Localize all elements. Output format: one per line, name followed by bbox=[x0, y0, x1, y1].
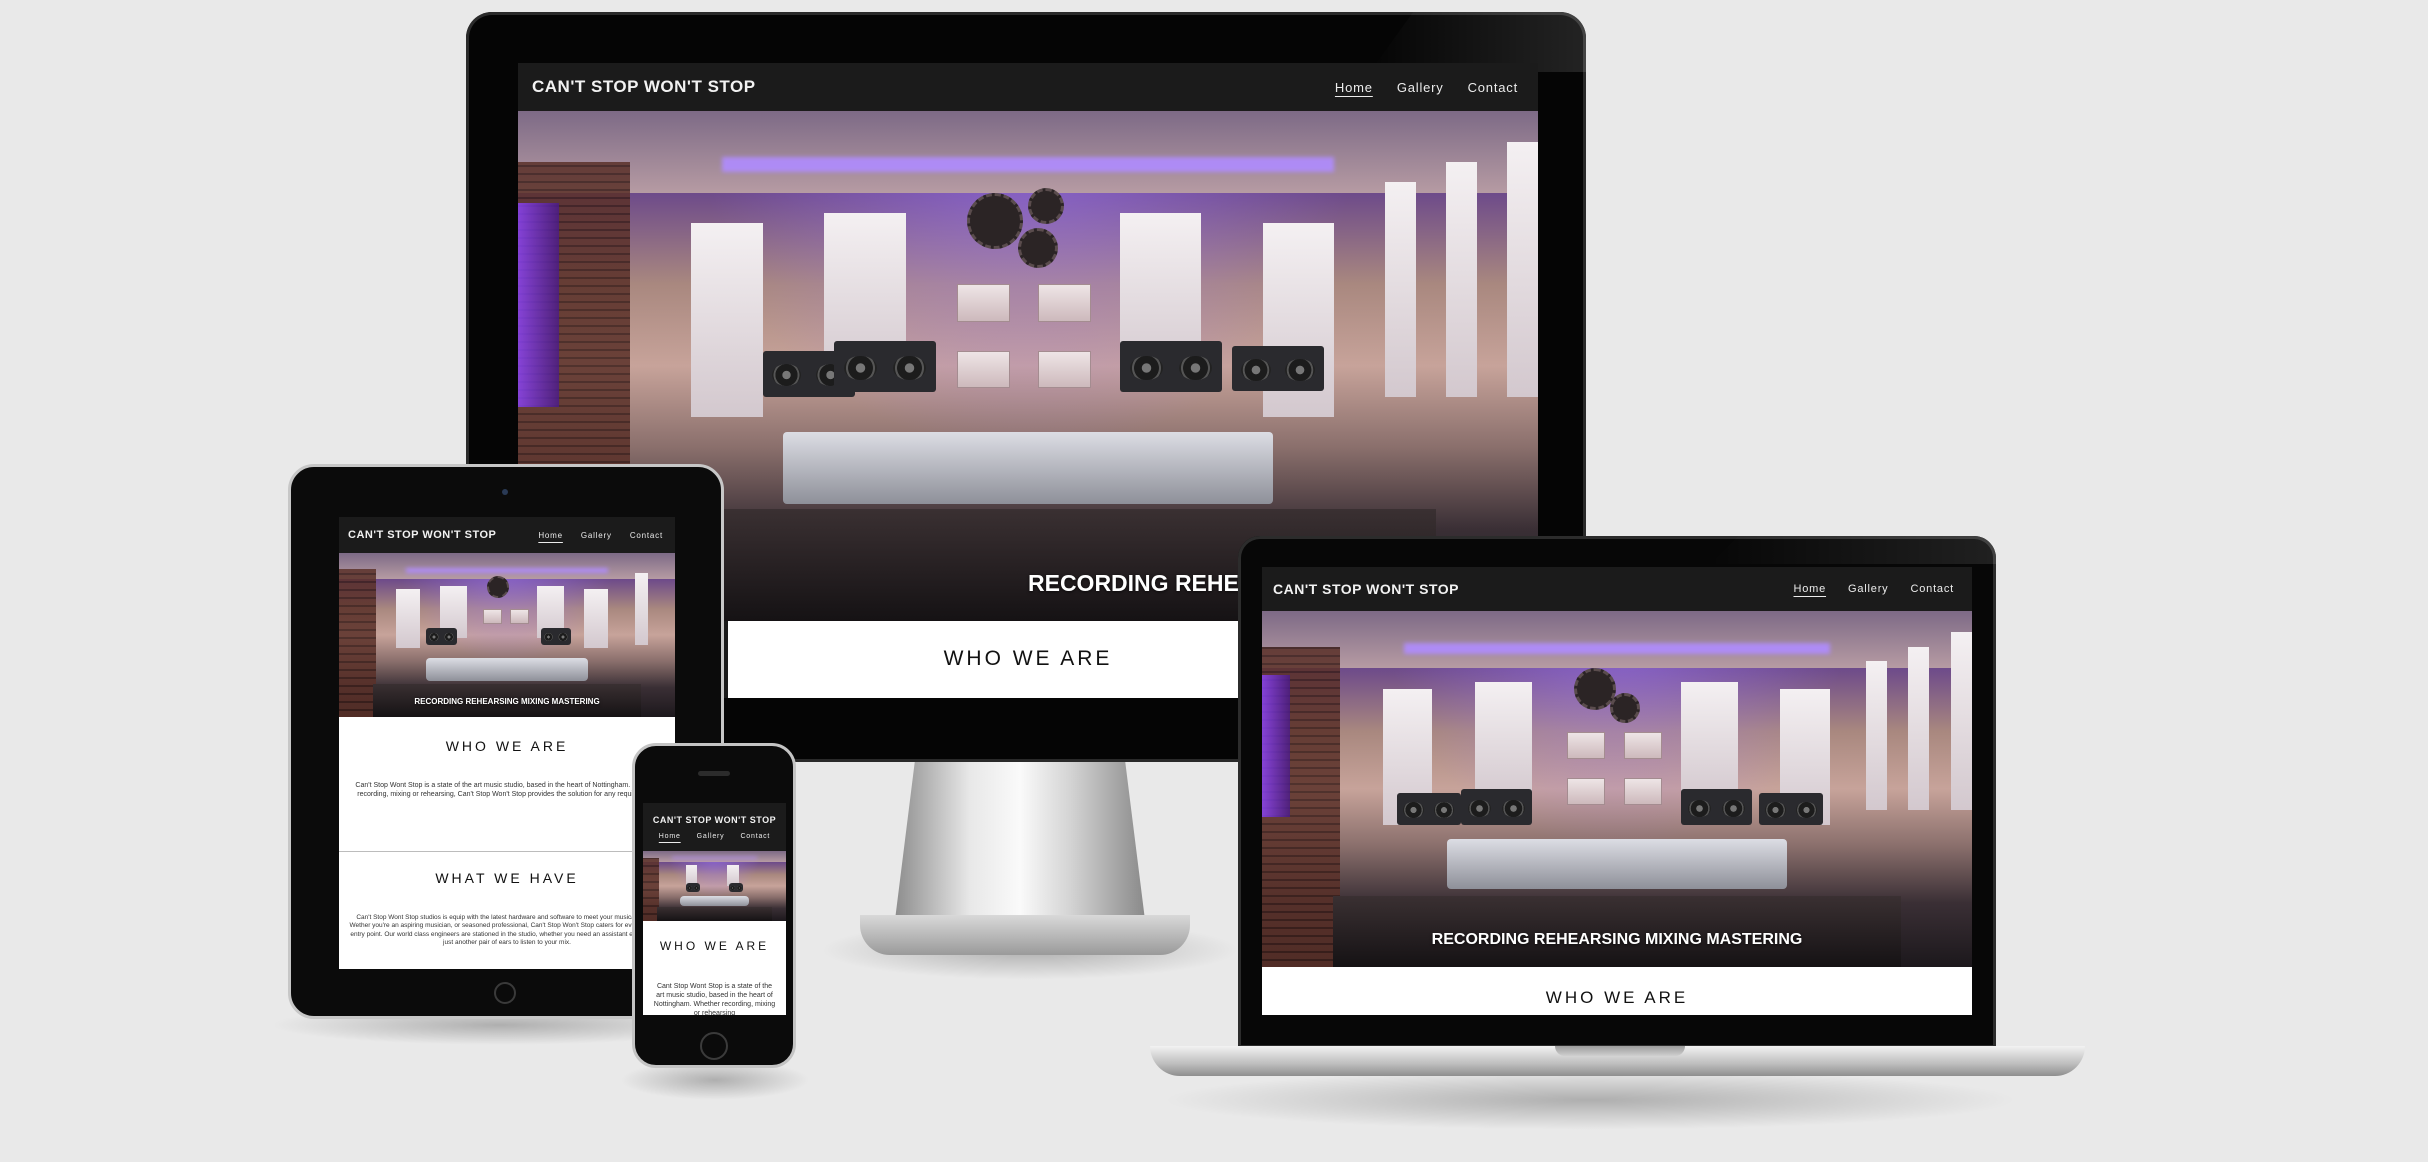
phone-nav-home[interactable]: Home bbox=[659, 833, 681, 840]
phone-screen: CAN'T STOP WON'T STOP Home Gallery Conta… bbox=[643, 803, 786, 1015]
tablet-hero-image: RECORDING REHEARSING MIXING MASTERING bbox=[339, 553, 675, 717]
tablet-screen: CAN'T STOP WON'T STOP Home Gallery Conta… bbox=[339, 517, 675, 969]
phone-nav-gallery[interactable]: Gallery bbox=[697, 833, 725, 840]
tablet-nav-gallery[interactable]: Gallery bbox=[581, 531, 612, 540]
phone-site-brand[interactable]: CAN'T STOP WON'T STOP bbox=[653, 815, 776, 825]
tablet-have-title: WHAT WE HAVE bbox=[435, 870, 579, 886]
laptop-hero-tagline: RECORDING REHEARSING MIXING MASTERING bbox=[1431, 931, 1803, 949]
tablet-about-title: WHO WE ARE bbox=[445, 738, 569, 754]
tablet-home-button[interactable] bbox=[494, 982, 516, 1004]
tablet-divider bbox=[339, 851, 675, 852]
laptop-screen: CAN'T STOP WON'T STOP Home Gallery Conta… bbox=[1262, 567, 1972, 1015]
tablet-camera bbox=[502, 489, 508, 495]
tablet-nav-home[interactable]: Home bbox=[538, 531, 563, 540]
laptop-site-brand[interactable]: CAN'T STOP WON'T STOP bbox=[1273, 581, 1459, 597]
phone-home-button[interactable] bbox=[700, 1032, 728, 1060]
nav-contact[interactable]: Contact bbox=[1468, 80, 1518, 95]
nav-home[interactable]: Home bbox=[1335, 80, 1373, 95]
site-brand[interactable]: CAN'T STOP WON'T STOP bbox=[532, 77, 756, 97]
tablet-about-text: Can't Stop Wont Stop is a state of the a… bbox=[355, 782, 659, 799]
laptop-nav-contact[interactable]: Contact bbox=[1910, 583, 1954, 595]
laptop-about-title: WHO WE ARE bbox=[1545, 988, 1689, 1007]
laptop-nav-gallery[interactable]: Gallery bbox=[1848, 583, 1888, 595]
phone-site-nav: CAN'T STOP WON'T STOP Home Gallery Conta… bbox=[643, 803, 786, 851]
monitor-stand bbox=[895, 760, 1145, 920]
laptop-nav-links: Home Gallery Contact bbox=[1793, 583, 1954, 595]
laptop-hero-image: RECORDING REHEARSING MIXING MASTERING bbox=[1262, 611, 1972, 967]
phone-about-title: WHO WE ARE bbox=[659, 939, 770, 953]
laptop-lid-glare bbox=[1710, 536, 1996, 564]
tablet-site-nav: CAN'T STOP WON'T STOP Home Gallery Conta… bbox=[339, 517, 675, 553]
phone-about-text: Cant Stop Wont Stop is a state of the ar… bbox=[653, 983, 776, 1015]
site-nav: CAN'T STOP WON'T STOP Home Gallery Conta… bbox=[518, 63, 1538, 111]
laptop-site-nav: CAN'T STOP WON'T STOP Home Gallery Conta… bbox=[1262, 567, 1972, 611]
phone-hero-image bbox=[643, 851, 786, 921]
nav-gallery[interactable]: Gallery bbox=[1397, 80, 1444, 95]
laptop-hinge-notch bbox=[1555, 1046, 1685, 1056]
monitor-base bbox=[860, 915, 1190, 955]
nav-links: Home Gallery Contact bbox=[1335, 80, 1518, 95]
phone-nav-contact[interactable]: Contact bbox=[740, 833, 770, 840]
tablet-nav-links: Home Gallery Contact bbox=[538, 531, 663, 540]
phone-speaker-grille bbox=[698, 771, 730, 776]
laptop-nav-home[interactable]: Home bbox=[1793, 583, 1826, 595]
tablet-nav-contact[interactable]: Contact bbox=[630, 531, 663, 540]
phone-nav-links: Home Gallery Contact bbox=[659, 833, 770, 840]
tablet-site-brand[interactable]: CAN'T STOP WON'T STOP bbox=[348, 529, 496, 541]
tablet-have-text: Can't Stop Wont Stop studios is equip wi… bbox=[349, 914, 665, 947]
tablet-hero-tagline: RECORDING REHEARSING MIXING MASTERING bbox=[414, 697, 600, 707]
